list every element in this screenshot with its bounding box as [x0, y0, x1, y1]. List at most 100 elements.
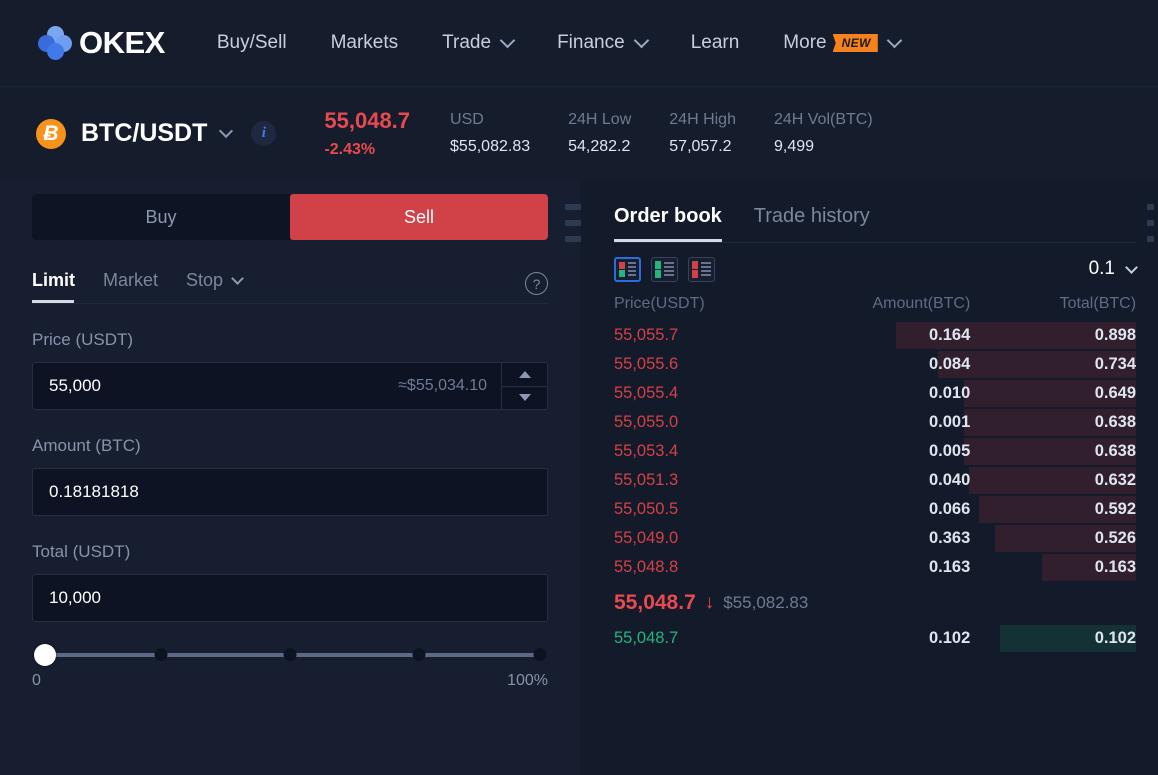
nav-item-buy-sell[interactable]: Buy/Sell: [217, 32, 287, 54]
orderbook-layout-icons: [614, 257, 715, 282]
ask-row[interactable]: 55,050.50.0660.592: [614, 495, 1136, 524]
nav-item-more[interactable]: More NEW: [783, 32, 900, 54]
tab-trade-history[interactable]: Trade history: [754, 205, 870, 242]
amount-label: Amount (BTC): [32, 436, 548, 456]
order-type-limit[interactable]: Limit: [32, 270, 75, 291]
slider-stop-25[interactable]: [155, 648, 168, 661]
tick-size-value: 0.1: [1089, 258, 1115, 280]
last-price: 55,048.7: [324, 108, 410, 134]
last-price-block: 55,048.7 -2.43%: [324, 108, 410, 159]
order-type-tabs: Limit Market Stop ?: [32, 270, 548, 303]
stat-value: 54,282.2: [568, 138, 631, 156]
orderbook-bids-icon[interactable]: [651, 257, 678, 282]
slider-stop-100[interactable]: [534, 648, 547, 661]
orderbook-panel: Order book Trade history 0.1: [580, 180, 1158, 775]
buy-button[interactable]: Buy: [32, 194, 290, 240]
help-icon[interactable]: ?: [525, 272, 548, 295]
amount-percent-slider[interactable]: [32, 644, 548, 666]
bitcoin-icon: Ƀ: [36, 119, 66, 149]
slider-min-label: 0: [32, 672, 41, 690]
nav-item-markets[interactable]: Markets: [331, 32, 399, 54]
ask-price: 55,053.4: [614, 442, 805, 461]
orderbook-controls: 0.1: [614, 243, 1136, 295]
ask-row[interactable]: 55,055.70.1640.898: [614, 321, 1136, 350]
stat-24h-volume: 24H Vol(BTC) 9,499: [774, 111, 873, 156]
mid-price: 55,048.7: [614, 591, 696, 615]
pair-selector[interactable]: Ƀ BTC/USDT: [36, 119, 231, 149]
tab-order-book[interactable]: Order book: [614, 205, 722, 242]
bid-price: 55,048.7: [614, 629, 805, 648]
nav-item-label: Trade: [442, 32, 491, 54]
ask-row[interactable]: 55,055.60.0840.734: [614, 350, 1136, 379]
ticker-bar: Ƀ BTC/USDT i 55,048.7 -2.43% USD $55,082…: [0, 86, 1158, 180]
ask-price: 55,050.5: [614, 500, 805, 519]
order-type-market[interactable]: Market: [103, 270, 158, 291]
amount-input[interactable]: 0.18181818: [32, 468, 548, 516]
nav-item-finance[interactable]: Finance: [557, 32, 647, 54]
panel-resize-handle[interactable]: [565, 204, 581, 242]
ask-row[interactable]: 55,055.00.0010.638: [614, 408, 1136, 437]
ask-total: 0.649: [970, 384, 1136, 403]
slider-thumb[interactable]: [34, 644, 56, 666]
chevron-down-icon[interactable]: [219, 124, 233, 138]
sell-button[interactable]: Sell: [290, 194, 548, 240]
ask-total: 0.734: [970, 355, 1136, 374]
arrow-up-icon: [519, 371, 531, 378]
orderbook-mid-price: 55,048.7 ↓ $55,082.83: [614, 582, 1136, 624]
info-icon[interactable]: i: [251, 121, 276, 146]
ask-price: 55,051.3: [614, 471, 805, 490]
ask-row[interactable]: 55,051.30.0400.632: [614, 466, 1136, 495]
ask-amount: 0.084: [805, 355, 971, 374]
nav-item-trade[interactable]: Trade: [442, 32, 513, 54]
ask-amount: 0.005: [805, 442, 971, 461]
stat-value: 9,499: [774, 138, 873, 156]
stat-label: 24H Vol(BTC): [774, 111, 873, 129]
orderbook-asks-icon[interactable]: [688, 257, 715, 282]
ask-row[interactable]: 55,055.40.0100.649: [614, 379, 1136, 408]
okex-logo[interactable]: OKEX: [38, 25, 165, 61]
divider: [32, 303, 548, 304]
order-type-stop[interactable]: Stop: [186, 270, 242, 291]
ask-price: 55,055.6: [614, 355, 805, 374]
main-content: Buy Sell Limit Market Stop ? Price (USDT…: [0, 180, 1158, 775]
ask-amount: 0.001: [805, 413, 971, 432]
ask-total: 0.638: [970, 413, 1136, 432]
slider-stop-75[interactable]: [413, 648, 426, 661]
ask-total: 0.163: [970, 558, 1136, 577]
ask-total: 0.526: [970, 529, 1136, 548]
stat-value: $55,082.83: [450, 138, 530, 156]
ask-amount: 0.066: [805, 500, 971, 519]
chevron-down-icon: [633, 33, 649, 49]
bid-amount: 0.102: [805, 629, 971, 648]
ask-price: 55,048.8: [614, 558, 805, 577]
total-input[interactable]: 10,000: [32, 574, 548, 622]
order-type-label: Limit: [32, 270, 75, 291]
price-stepper: [501, 363, 547, 409]
panel-resize-handle-right[interactable]: [1147, 204, 1154, 242]
price-input[interactable]: 55,000 ≈$55,034.10: [32, 362, 548, 410]
ask-row[interactable]: 55,053.40.0050.638: [614, 437, 1136, 466]
brand-name: OKEX: [79, 25, 165, 61]
slider-max-label: 100%: [507, 672, 548, 690]
ask-price: 55,049.0: [614, 529, 805, 548]
arrow-down-icon: [519, 394, 531, 401]
chevron-down-icon: [500, 33, 516, 49]
okex-logo-icon: [38, 26, 72, 60]
nav-item-label: Learn: [691, 32, 740, 54]
ask-price: 55,055.4: [614, 384, 805, 403]
stat-value: 57,057.2: [669, 138, 736, 156]
ask-row[interactable]: 55,048.80.1630.163: [614, 553, 1136, 582]
slider-stop-50[interactable]: [284, 648, 297, 661]
tick-size-selector[interactable]: 0.1: [1089, 258, 1136, 280]
bid-row[interactable]: 55,048.70.1020.102: [614, 624, 1136, 653]
ask-row[interactable]: 55,049.00.3630.526: [614, 524, 1136, 553]
stat-usd: USD $55,082.83: [450, 111, 530, 156]
price-decrement-button[interactable]: [502, 386, 547, 410]
price-increment-button[interactable]: [502, 363, 547, 386]
order-form-panel: Buy Sell Limit Market Stop ? Price (USDT…: [0, 180, 580, 775]
nav-item-learn[interactable]: Learn: [691, 32, 740, 54]
orderbook-both-icon[interactable]: [614, 257, 641, 282]
mid-price-usd: $55,082.83: [723, 593, 808, 613]
ask-price: 55,055.7: [614, 326, 805, 345]
orderbook-bids: 55,048.70.1020.102: [614, 624, 1136, 653]
